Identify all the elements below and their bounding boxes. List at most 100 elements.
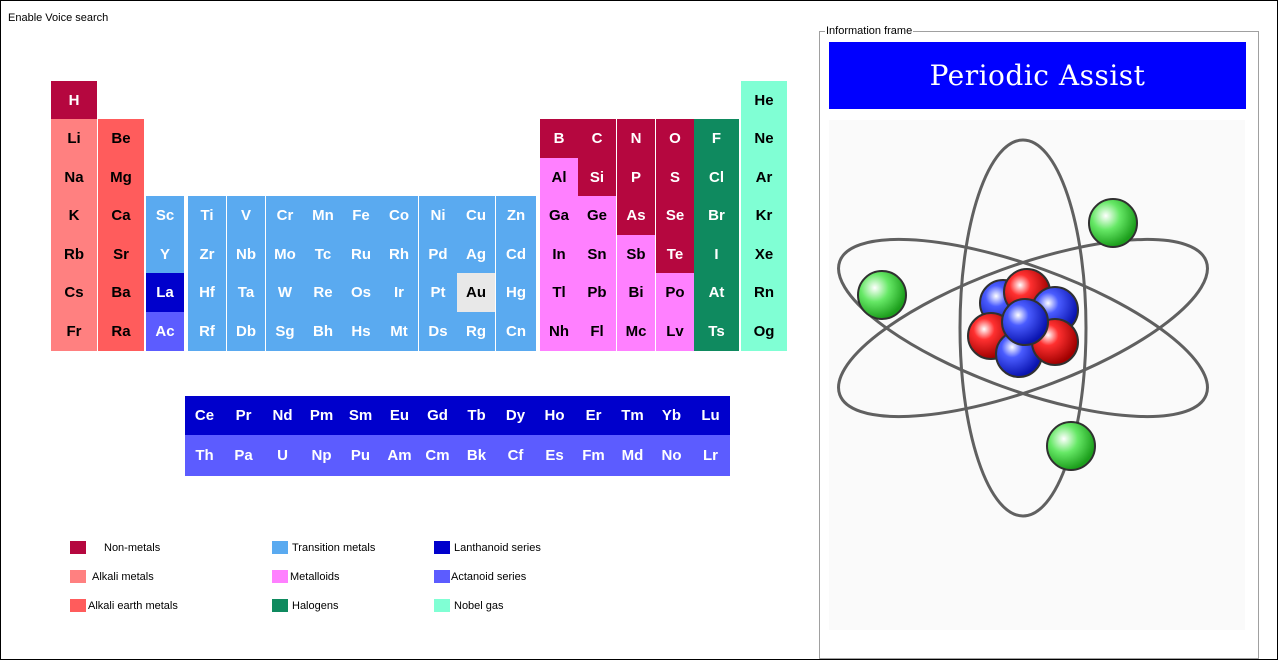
element-hg[interactable]: Hg (496, 273, 536, 312)
element-lu[interactable]: Lu (691, 396, 730, 435)
element-fl[interactable]: Fl (578, 312, 616, 351)
element-sg[interactable]: Sg (266, 312, 304, 351)
element-zr[interactable]: Zr (188, 235, 226, 274)
element-ta[interactable]: Ta (227, 273, 265, 312)
element-se[interactable]: Se (656, 196, 694, 235)
element-cu[interactable]: Cu (457, 196, 495, 235)
element-ac[interactable]: Ac (146, 312, 184, 351)
element-hf[interactable]: Hf (188, 273, 226, 312)
element-v[interactable]: V (227, 196, 265, 235)
element-o[interactable]: O (656, 119, 694, 158)
element-y[interactable]: Y (146, 235, 184, 274)
element-br[interactable]: Br (694, 196, 739, 235)
element-ni[interactable]: Ni (419, 196, 457, 235)
element-te[interactable]: Te (656, 235, 694, 274)
element-u[interactable]: U (263, 435, 302, 476)
element-s[interactable]: S (656, 158, 694, 197)
element-kr[interactable]: Kr (741, 196, 787, 235)
element-ba[interactable]: Ba (98, 273, 144, 312)
element-no[interactable]: No (652, 435, 691, 476)
element-sr[interactable]: Sr (98, 235, 144, 274)
element-hs[interactable]: Hs (342, 312, 380, 351)
element-ge[interactable]: Ge (578, 196, 616, 235)
element-fr[interactable]: Fr (51, 312, 97, 351)
element-tc[interactable]: Tc (304, 235, 342, 274)
element-gd[interactable]: Gd (418, 396, 457, 435)
element-es[interactable]: Es (535, 435, 574, 476)
element-as[interactable]: As (617, 196, 655, 235)
element-sn[interactable]: Sn (578, 235, 616, 274)
element-li[interactable]: Li (51, 119, 97, 158)
element-si[interactable]: Si (578, 158, 616, 197)
element-mo[interactable]: Mo (266, 235, 304, 274)
element-pu[interactable]: Pu (341, 435, 380, 476)
element-nh[interactable]: Nh (540, 312, 578, 351)
element-re[interactable]: Re (304, 273, 342, 312)
element-tl[interactable]: Tl (540, 273, 578, 312)
element-ca[interactable]: Ca (98, 196, 144, 235)
element-la[interactable]: La (146, 273, 184, 312)
element-at[interactable]: At (694, 273, 739, 312)
element-mg[interactable]: Mg (98, 158, 144, 197)
enable-voice-search-label[interactable]: Enable Voice search (8, 12, 108, 24)
element-sc[interactable]: Sc (146, 196, 184, 235)
element-fm[interactable]: Fm (574, 435, 613, 476)
element-bi[interactable]: Bi (617, 273, 655, 312)
element-cd[interactable]: Cd (496, 235, 536, 274)
element-ds[interactable]: Ds (419, 312, 457, 351)
element-sm[interactable]: Sm (341, 396, 380, 435)
element-ag[interactable]: Ag (457, 235, 495, 274)
element-rh[interactable]: Rh (380, 235, 418, 274)
element-np[interactable]: Np (302, 435, 341, 476)
element-pm[interactable]: Pm (302, 396, 341, 435)
element-og[interactable]: Og (741, 312, 787, 351)
element-dy[interactable]: Dy (496, 396, 535, 435)
element-c[interactable]: C (578, 119, 616, 158)
element-pa[interactable]: Pa (224, 435, 263, 476)
element-tb[interactable]: Tb (457, 396, 496, 435)
element-nb[interactable]: Nb (227, 235, 265, 274)
element-ne[interactable]: Ne (741, 119, 787, 158)
element-sb[interactable]: Sb (617, 235, 655, 274)
element-ar[interactable]: Ar (741, 158, 787, 197)
element-md[interactable]: Md (613, 435, 652, 476)
element-ra[interactable]: Ra (98, 312, 144, 351)
element-nd[interactable]: Nd (263, 396, 302, 435)
element-b[interactable]: B (540, 119, 578, 158)
element-er[interactable]: Er (574, 396, 613, 435)
element-pr[interactable]: Pr (224, 396, 263, 435)
element-ts[interactable]: Ts (694, 312, 739, 351)
element-os[interactable]: Os (342, 273, 380, 312)
element-lr[interactable]: Lr (691, 435, 730, 476)
element-bk[interactable]: Bk (457, 435, 496, 476)
element-ga[interactable]: Ga (540, 196, 578, 235)
element-th[interactable]: Th (185, 435, 224, 476)
element-mt[interactable]: Mt (380, 312, 418, 351)
element-ru[interactable]: Ru (342, 235, 380, 274)
element-pt[interactable]: Pt (419, 273, 457, 312)
element-cf[interactable]: Cf (496, 435, 535, 476)
element-ho[interactable]: Ho (535, 396, 574, 435)
element-h[interactable]: H (51, 81, 97, 120)
element-k[interactable]: K (51, 196, 97, 235)
element-cs[interactable]: Cs (51, 273, 97, 312)
element-ce[interactable]: Ce (185, 396, 224, 435)
element-cr[interactable]: Cr (266, 196, 304, 235)
element-rb[interactable]: Rb (51, 235, 97, 274)
element-co[interactable]: Co (380, 196, 418, 235)
element-eu[interactable]: Eu (380, 396, 419, 435)
element-rf[interactable]: Rf (188, 312, 226, 351)
element-yb[interactable]: Yb (652, 396, 691, 435)
element-fe[interactable]: Fe (342, 196, 380, 235)
element-w[interactable]: W (266, 273, 304, 312)
element-al[interactable]: Al (540, 158, 578, 197)
element-po[interactable]: Po (656, 273, 694, 312)
element-pb[interactable]: Pb (578, 273, 616, 312)
element-au[interactable]: Au (457, 273, 495, 312)
element-pd[interactable]: Pd (419, 235, 457, 274)
element-bh[interactable]: Bh (304, 312, 342, 351)
element-rn[interactable]: Rn (741, 273, 787, 312)
element-ir[interactable]: Ir (380, 273, 418, 312)
element-zn[interactable]: Zn (496, 196, 536, 235)
element-n[interactable]: N (617, 119, 655, 158)
